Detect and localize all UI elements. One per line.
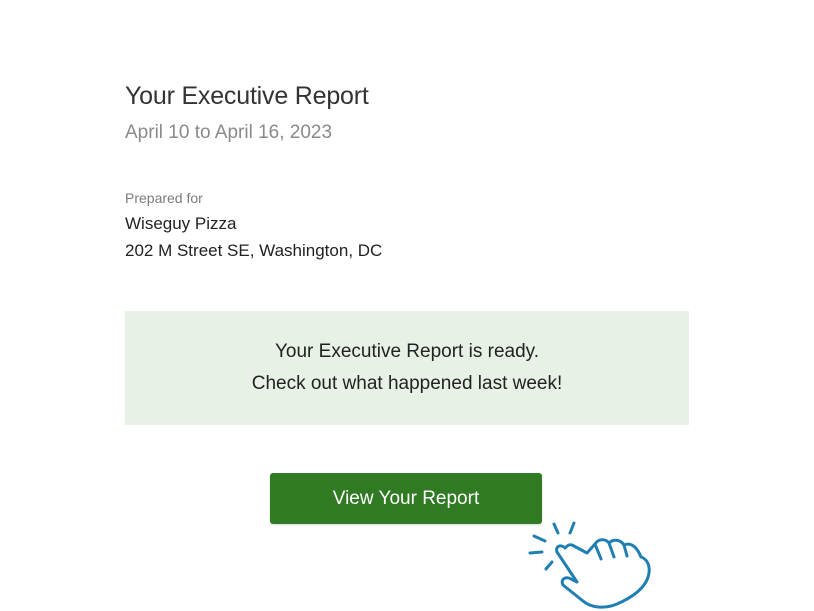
report-date-range: April 10 to April 16, 2023 [125, 122, 333, 143]
prepared-for-label: Prepared for [125, 190, 203, 206]
view-report-button[interactable]: View Your Report [270, 473, 542, 524]
notice-line-2: Check out what happened last week! [251, 373, 563, 394]
business-name: Wiseguy Pizza [125, 214, 237, 233]
report-ready-notice: Your Executive Report is ready. Check ou… [125, 311, 689, 425]
hand-pointer-icon [528, 521, 651, 609]
report-title: Your Executive Report [125, 82, 369, 110]
business-address: 202 M Street SE, Washington, DC [125, 241, 383, 260]
email-page: Your Executive Report April 10 to April … [0, 0, 814, 611]
notice-line-1: Your Executive Report is ready. [274, 341, 540, 362]
